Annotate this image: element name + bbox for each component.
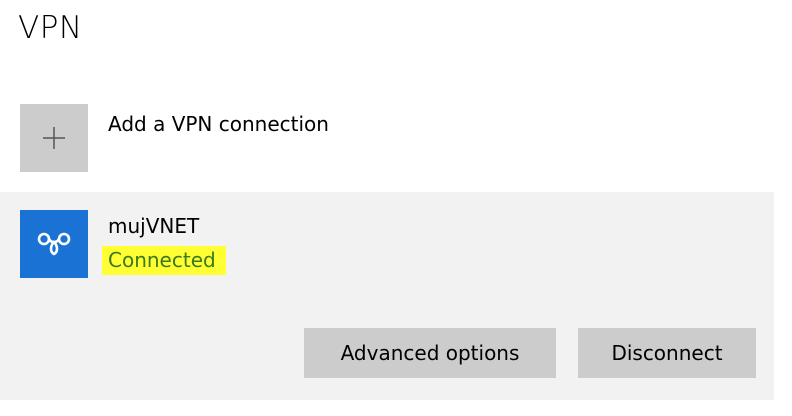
vpn-connection-status: Connected xyxy=(102,246,226,275)
page-title: VPN xyxy=(18,10,83,46)
vpn-connection-icon xyxy=(37,232,71,256)
advanced-options-button[interactable]: Advanced options xyxy=(304,328,556,378)
disconnect-button[interactable]: Disconnect xyxy=(578,328,756,378)
add-vpn-connection-button[interactable]: Add a VPN connection xyxy=(20,104,540,174)
vpn-settings-page: VPN Add a VPN connection mujVNET Connect… xyxy=(0,0,792,416)
add-vpn-tile[interactable] xyxy=(20,104,88,172)
vpn-connection-name: mujVNET xyxy=(108,214,200,238)
add-vpn-label: Add a VPN connection xyxy=(108,112,329,136)
vpn-connection-item[interactable]: mujVNET Connected Advanced options Disco… xyxy=(0,192,774,400)
vpn-connection-tile xyxy=(20,210,88,278)
plus-icon xyxy=(43,127,65,149)
